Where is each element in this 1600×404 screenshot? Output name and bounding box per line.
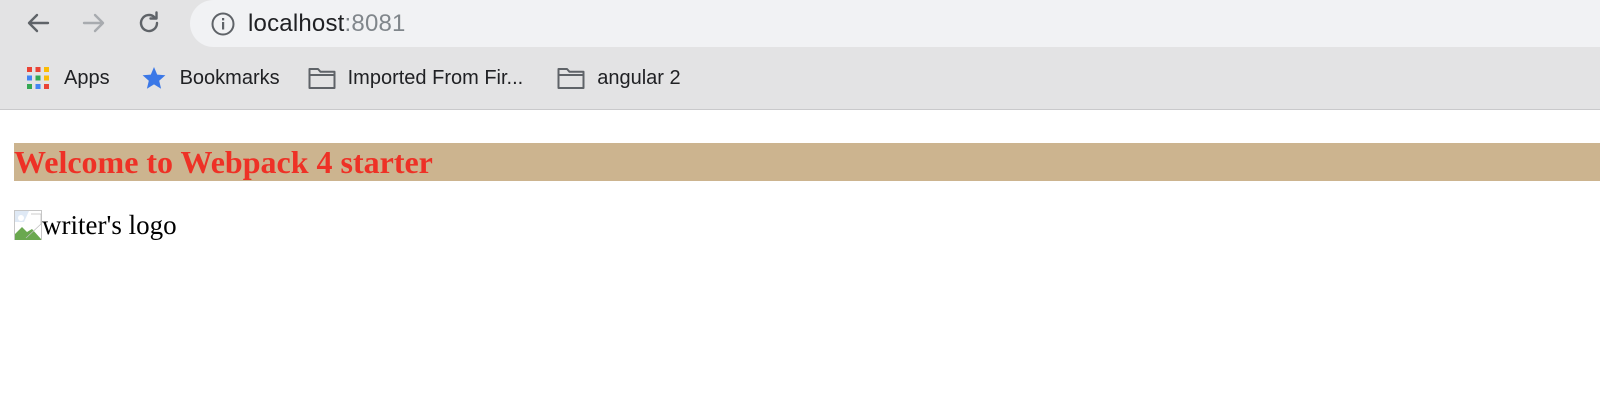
broken-image-icon (14, 210, 42, 240)
back-button[interactable] (21, 6, 55, 40)
bookmark-label: angular 2 (597, 66, 681, 89)
apps-grid-icon (24, 64, 52, 92)
writer-logo-image: writer's logo (14, 210, 177, 240)
star-icon (140, 64, 168, 92)
heading-banner: Welcome to Webpack 4 starter (14, 143, 1600, 181)
folder-icon (557, 64, 585, 92)
forward-arrow-icon (82, 13, 105, 33)
url-host: localhost (248, 9, 345, 37)
url-text[interactable]: localhost:8081 (248, 10, 406, 38)
bookmark-bookmarks[interactable]: Bookmarks (140, 58, 280, 98)
reload-icon (139, 11, 159, 33)
browser-toolbar: localhost:8081 (0, 0, 1600, 48)
bookmark-label: Bookmarks (179, 66, 280, 89)
forward-button[interactable] (77, 6, 111, 40)
bookmark-folder-angular[interactable]: angular 2 (557, 58, 681, 98)
page-title: Welcome to Webpack 4 starter (14, 144, 433, 180)
bookmark-label: Apps (64, 66, 110, 89)
bookmark-folder-imported[interactable]: Imported From Fir... (308, 58, 524, 98)
folder-icon (308, 64, 336, 92)
info-icon[interactable] (210, 11, 236, 37)
bookmarks-bar: Apps Bookmarks Imported From Fir... angu… (0, 56, 1600, 100)
logo-alt-text: writer's logo (42, 210, 177, 240)
browser-chrome: localhost:8081 Apps Bookmarks Imported F… (0, 0, 1600, 110)
url-port: :8081 (344, 9, 406, 37)
reload-button[interactable] (132, 6, 166, 40)
page-content: Welcome to Webpack 4 starter writer's lo… (0, 110, 1600, 404)
bookmark-label: Imported From Fir... (347, 66, 524, 89)
back-arrow-icon (27, 13, 50, 33)
bookmark-apps[interactable]: Apps (24, 58, 110, 98)
address-bar[interactable]: localhost:8081 (190, 0, 1600, 47)
